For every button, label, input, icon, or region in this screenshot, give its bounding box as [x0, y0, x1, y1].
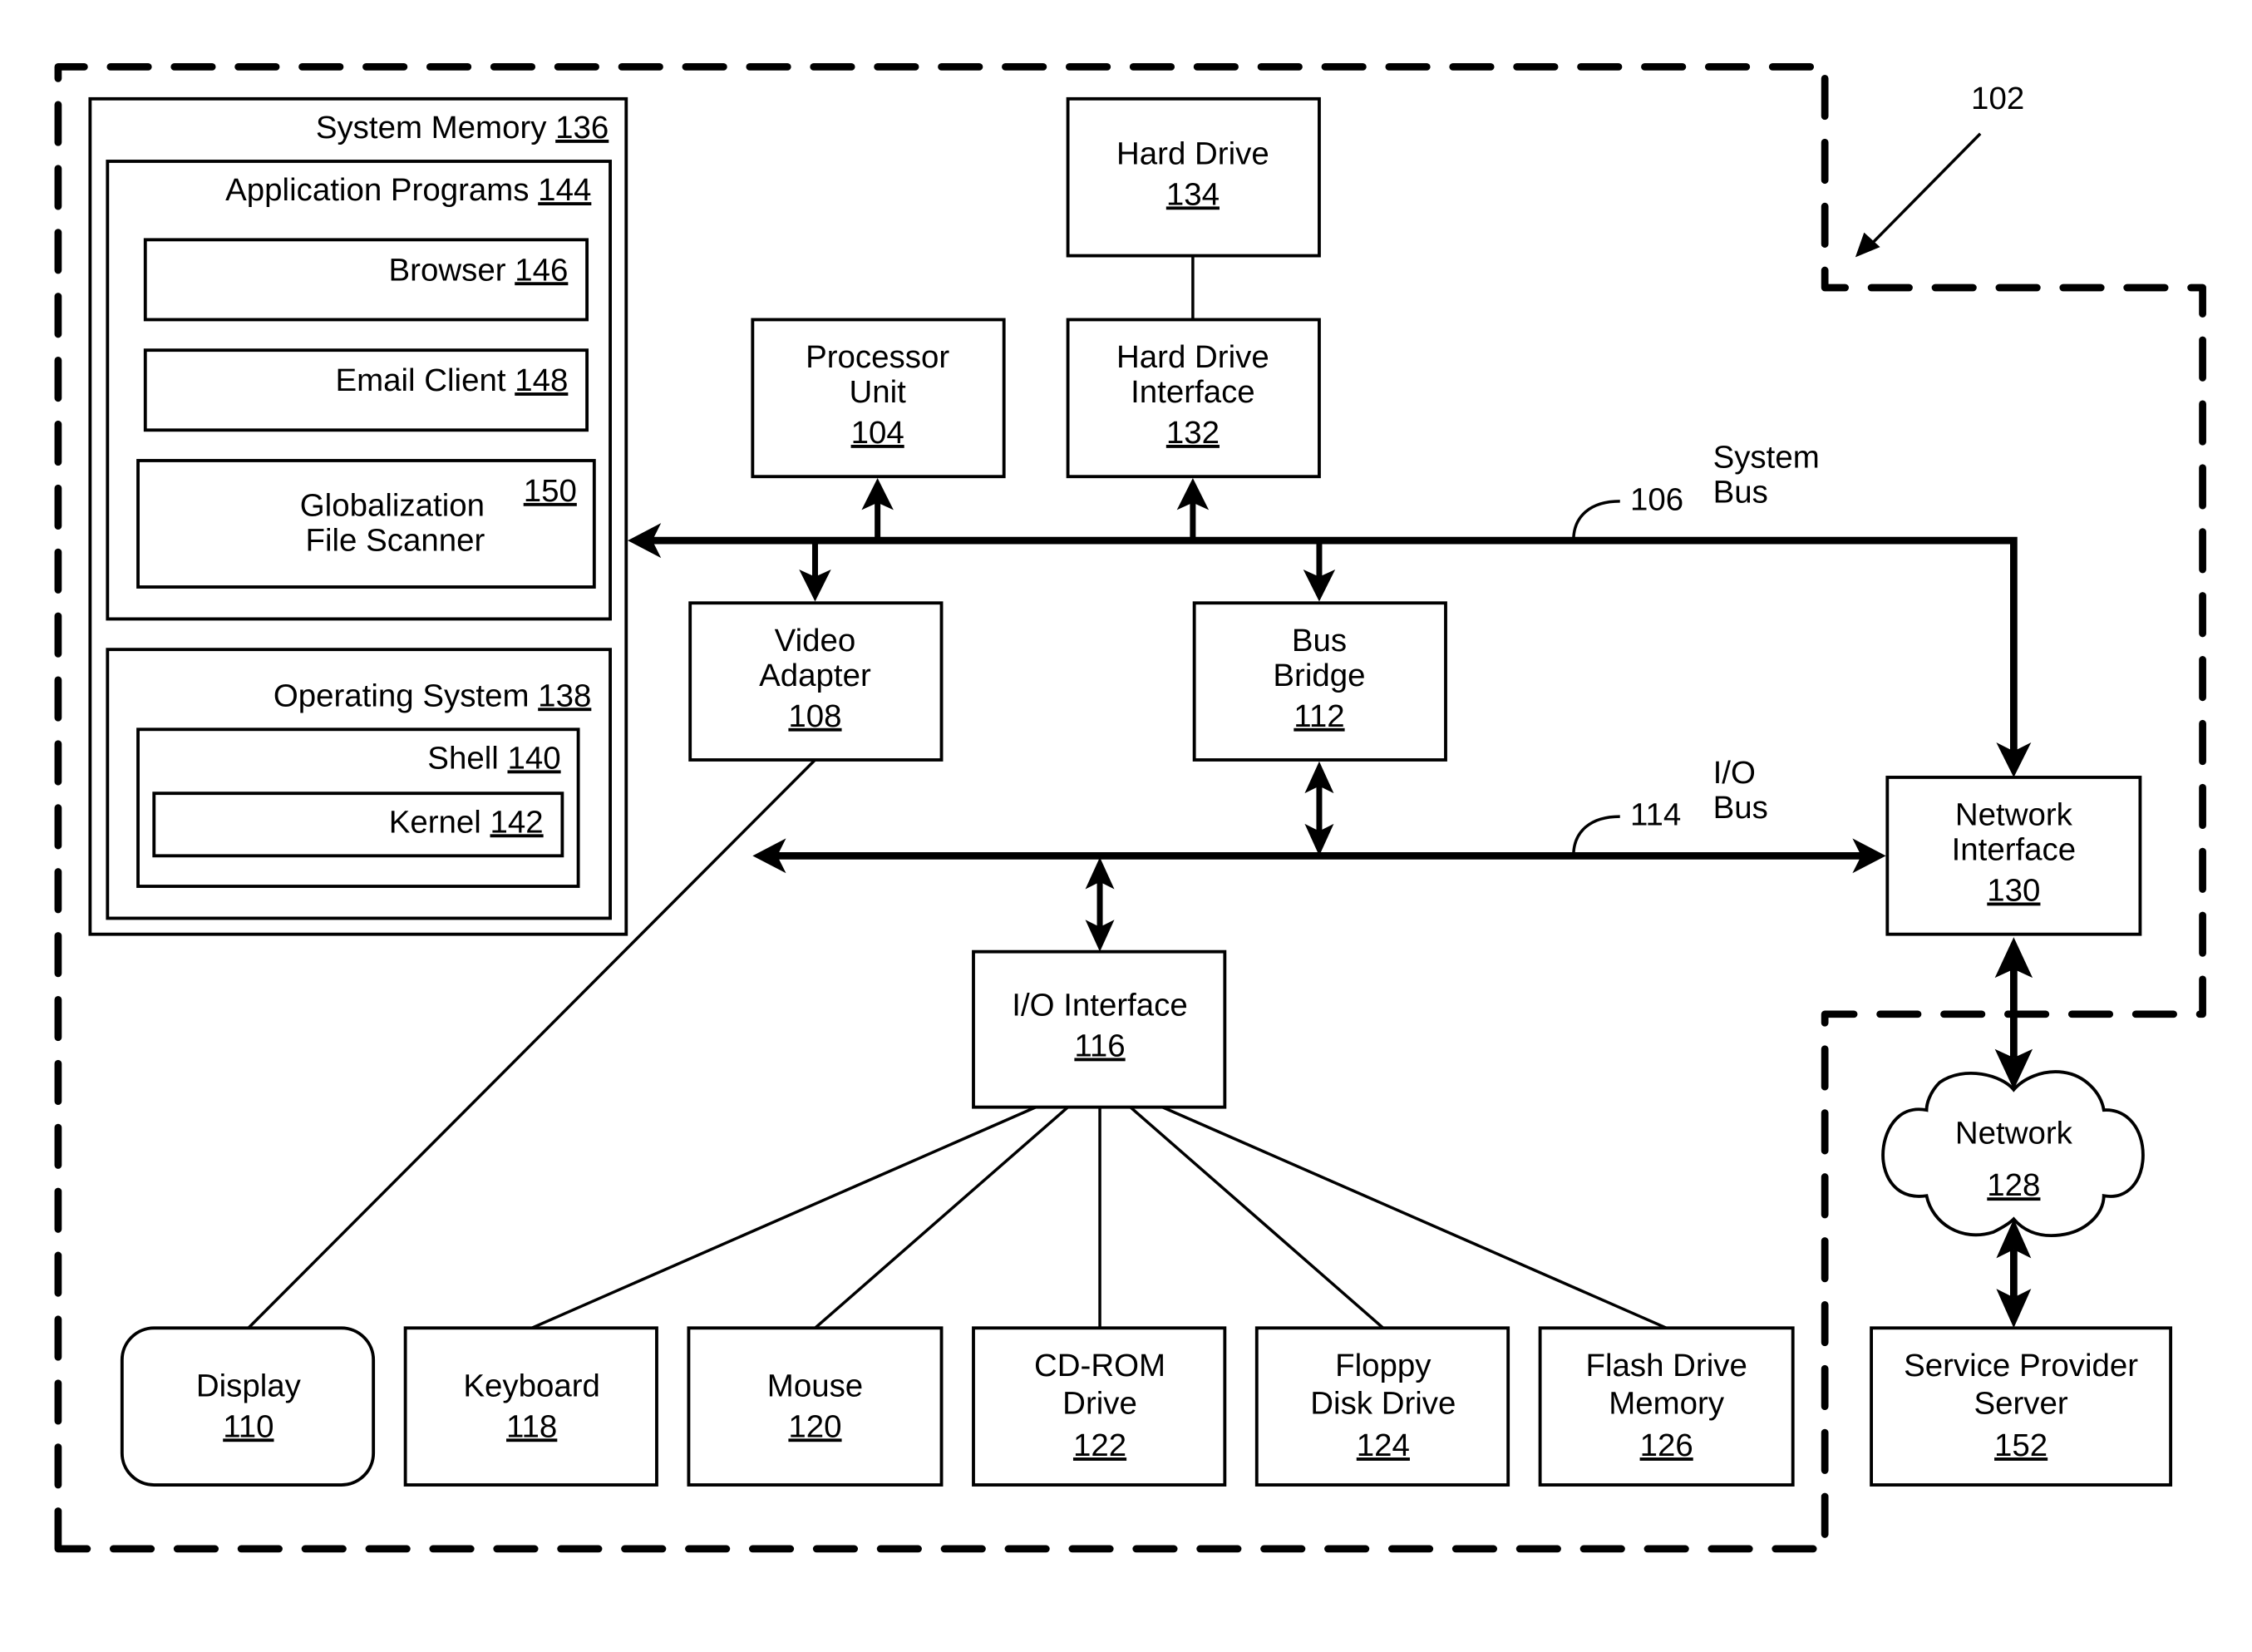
globalization-file-scanner-box: 150 Globalization File Scanner — [136, 459, 596, 589]
svg-text:Operating System 138: Operating System 138 — [273, 678, 591, 713]
processor-line1: Processor — [806, 339, 949, 375]
svg-text:Application Programs 144: Application Programs 144 — [225, 172, 591, 208]
hd-interface-ref: 132 — [1166, 415, 1220, 451]
cdrom-line1: CD-ROM — [1034, 1348, 1165, 1383]
cloud-icon — [1881, 1070, 2145, 1238]
bus-bridge-box: Bus Bridge 112 — [1192, 601, 1447, 762]
figure-ref-102: 102 — [1855, 81, 2024, 258]
system-bus-ref: 106 — [1630, 481, 1683, 517]
bus-bridge-ref: 112 — [1294, 698, 1344, 734]
svg-text:Email Client 148: Email Client 148 — [335, 362, 568, 398]
email-client-box: Email Client 148 — [143, 348, 589, 432]
display-label: Display — [196, 1368, 302, 1403]
hard-drive-box: Hard Drive 134 — [1066, 96, 1321, 258]
application-programs-label: Application Programs — [225, 172, 529, 208]
svg-text:Kernel 142: Kernel 142 — [389, 804, 544, 840]
system-bus-label-2: Bus — [1713, 475, 1768, 510]
processor-line2: Unit — [849, 374, 906, 410]
keyboard-ref: 118 — [506, 1408, 557, 1444]
network-label: Network — [1955, 1115, 2073, 1151]
io-interface-ref: 116 — [1074, 1028, 1125, 1063]
cdrom-drive-box: CD-ROM Drive 122 — [972, 1326, 1227, 1487]
svg-text:Shell 140: Shell 140 — [427, 740, 560, 776]
service-provider-server-box: Service Provider Server 152 — [1870, 1326, 2173, 1487]
browser-ref: 146 — [515, 252, 568, 288]
network-cloud: Network 128 — [1881, 1070, 2145, 1238]
mouse-label: Mouse — [767, 1368, 863, 1403]
keyboard-label: Keyboard — [463, 1368, 600, 1403]
network-interface-box: Network Interface 130 — [1885, 776, 2142, 936]
flash-ref: 126 — [1640, 1428, 1693, 1463]
operating-system-ref: 138 — [538, 678, 591, 713]
system-bus-label-1: System — [1713, 440, 1820, 476]
network-interface-line2: Interface — [1952, 832, 2077, 868]
mouse-link — [814, 1106, 1069, 1329]
service-provider-ref: 152 — [1994, 1428, 2047, 1463]
display-ref: 110 — [223, 1408, 273, 1444]
hd-interface-line2: Interface — [1131, 374, 1255, 410]
cdrom-line2: Drive — [1062, 1385, 1137, 1421]
globalization-line2: File Scanner — [305, 522, 485, 558]
floppy-disk-drive-box: Floppy Disk Drive 124 — [1254, 1326, 1510, 1487]
kernel-ref: 142 — [490, 804, 544, 840]
keyboard-box: Keyboard 118 — [403, 1326, 658, 1487]
email-client-label: Email Client — [335, 362, 505, 398]
shell-ref: 140 — [507, 740, 560, 776]
kernel-label: Kernel — [389, 804, 481, 840]
mouse-ref: 120 — [788, 1408, 841, 1444]
operating-system-label: Operating System — [273, 678, 530, 713]
mouse-box: Mouse 120 — [687, 1326, 944, 1487]
io-bus-label-2: Bus — [1713, 790, 1768, 826]
hard-drive-label: Hard Drive — [1116, 136, 1269, 171]
processor-ref: 104 — [851, 415, 904, 451]
flash-link — [1161, 1106, 1668, 1329]
video-adapter-box: Video Adapter 108 — [688, 601, 944, 762]
service-provider-line2: Server — [1974, 1385, 2067, 1421]
network-interface-ref: 130 — [1987, 873, 2040, 909]
processor-unit-box: Processor Unit 104 — [751, 318, 1006, 479]
browser-label: Browser — [389, 252, 506, 288]
bus-bridge-line2: Bridge — [1273, 658, 1365, 693]
hard-drive-ref: 134 — [1166, 176, 1220, 212]
keyboard-link — [530, 1106, 1037, 1329]
hd-interface-line1: Hard Drive — [1116, 339, 1269, 375]
globalization-ref: 150 — [524, 473, 577, 509]
system-memory-label: System Memory — [316, 110, 547, 145]
floppy-link — [1129, 1106, 1385, 1329]
application-programs-ref: 144 — [538, 172, 591, 208]
io-interface-label: I/O Interface — [1012, 988, 1188, 1023]
figure-ref-label: 102 — [1971, 81, 2024, 116]
service-provider-line1: Service Provider — [1904, 1348, 2138, 1383]
bus-bridge-line1: Bus — [1292, 623, 1347, 658]
display-box: Display 110 — [120, 1326, 376, 1487]
svg-text:System Memory 136: System Memory 136 — [316, 110, 609, 145]
svg-text:Browser 146: Browser 146 — [389, 252, 569, 288]
io-bus-ref: 114 — [1630, 797, 1681, 833]
floppy-ref: 124 — [1357, 1428, 1410, 1463]
network-ref: 128 — [1987, 1167, 2040, 1203]
flash-drive-memory-box: Flash Drive Memory 126 — [1538, 1326, 1795, 1487]
floppy-line1: Floppy — [1335, 1348, 1432, 1383]
shell-label: Shell — [427, 740, 498, 776]
io-interface-box: I/O Interface 116 — [972, 949, 1227, 1109]
video-adapter-line2: Adapter — [759, 658, 871, 693]
video-adapter-line1: Video — [775, 623, 856, 658]
io-bus-label-1: I/O — [1713, 755, 1756, 791]
cdrom-ref: 122 — [1073, 1428, 1126, 1463]
computer-architecture-diagram: 102 System Memory 136 Application Progra… — [54, 63, 2206, 1553]
floppy-line2: Disk Drive — [1310, 1385, 1456, 1421]
network-interface-line1: Network — [1955, 797, 2073, 833]
system-memory-ref: 136 — [555, 110, 609, 145]
hard-drive-interface-box: Hard Drive Interface 132 — [1066, 318, 1321, 479]
flash-line2: Memory — [1609, 1385, 1725, 1421]
email-client-ref: 148 — [515, 362, 568, 398]
video-adapter-ref: 108 — [788, 698, 841, 734]
kernel-box: Kernel 142 — [152, 791, 564, 858]
browser-box: Browser 146 — [143, 238, 589, 322]
flash-line1: Flash Drive — [1585, 1348, 1747, 1383]
globalization-line1: Globalization — [300, 487, 485, 523]
